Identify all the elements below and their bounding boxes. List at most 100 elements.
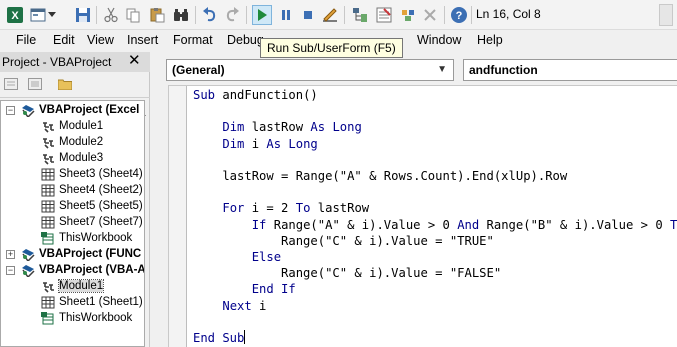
excel-icon[interactable]: X	[5, 5, 25, 25]
toolbar-separator	[344, 6, 345, 24]
copy-icon[interactable]	[123, 5, 143, 25]
find-icon[interactable]	[171, 5, 191, 25]
tree-item[interactable]: ThisWorkbook	[1, 231, 144, 247]
menu-file[interactable]: File	[16, 33, 36, 47]
code-line[interactable]: End If	[193, 281, 677, 297]
code-line[interactable]	[193, 103, 677, 119]
design-mode-icon[interactable]	[320, 5, 340, 25]
toolbox-icon[interactable]	[420, 5, 440, 25]
menu-debug[interactable]: Debug	[227, 33, 264, 47]
code-line[interactable]: lastRow = Range("A" & Rows.Count).End(xl…	[193, 168, 677, 184]
object-dropdown-value: (General)	[172, 63, 225, 77]
code-line[interactable]: End Sub	[193, 330, 677, 346]
sheet-icon	[41, 168, 55, 181]
collapse-icon[interactable]: −	[6, 266, 15, 275]
tree-item[interactable]: Module1	[1, 119, 144, 135]
tree-item[interactable]: Module1	[1, 279, 144, 295]
project-explorer: Project - VBAProject ✕ − VBAProject (Exce…	[0, 52, 150, 347]
toolbar-separator	[444, 6, 445, 24]
code-line[interactable]: Range("C" & i).Value = "FALSE"	[193, 265, 677, 281]
tree-project-node[interactable]: − VBAProject (Excel	[1, 103, 144, 119]
cursor-position: Ln 16, Col 8	[476, 7, 541, 21]
chevron-down-icon[interactable]	[46, 5, 58, 25]
tree-item-label: Sheet7 (Sheet7)	[59, 216, 143, 228]
vbaproject-icon	[22, 249, 35, 261]
undo-icon[interactable]	[200, 5, 220, 25]
code-line[interactable]: Range("C" & i).Value = "TRUE"	[193, 233, 677, 249]
code-line[interactable]: Dim i As Long	[193, 136, 677, 152]
tree-item[interactable]: Sheet4 (Sheet2)	[1, 183, 144, 199]
code-line[interactable]	[193, 314, 677, 330]
module-icon	[43, 154, 54, 165]
tree-item-label: Module2	[59, 136, 104, 148]
module-icon	[43, 282, 54, 293]
tree-project-node[interactable]: − VBAProject (VBA-A	[1, 263, 145, 279]
object-dropdown[interactable]: (General) ▼	[166, 59, 454, 81]
chevron-down-icon: ▼	[437, 64, 447, 75]
code-line[interactable]: If Range("A" & i).Value > 0 And Range("B…	[193, 217, 677, 233]
menu-insert[interactable]: Insert	[127, 33, 158, 47]
properties-window-icon[interactable]	[374, 5, 394, 25]
code-text[interactable]: Sub andFunction() Dim lastRow As Long Di…	[193, 87, 677, 346]
tree-project-node[interactable]: + VBAProject (FUNC	[1, 247, 144, 263]
tree-item-label: Sheet3 (Sheet4)	[59, 168, 143, 180]
redo-icon[interactable]	[222, 5, 242, 25]
menu-edit[interactable]: Edit	[53, 33, 75, 47]
cut-icon[interactable]	[101, 5, 121, 25]
code-line[interactable]: Dim lastRow As Long	[193, 119, 677, 135]
code-editor[interactable]: Sub andFunction() Dim lastRow As Long Di…	[168, 85, 677, 347]
paste-icon[interactable]	[147, 5, 167, 25]
project-explorer-icon[interactable]	[350, 5, 370, 25]
code-line[interactable]	[193, 152, 677, 168]
code-line[interactable]: Sub andFunction()	[193, 87, 677, 103]
collapse-icon[interactable]: −	[6, 106, 15, 115]
project-tree: − VBAProject (Excel Module1 Module2 Module3 S…	[0, 100, 145, 347]
code-line[interactable]: For i = 2 To lastRow	[193, 200, 677, 216]
code-line[interactable]: Next i	[193, 298, 677, 314]
toolbar-separator	[471, 6, 472, 24]
view-object-icon[interactable]	[28, 78, 42, 90]
tree-item-label: Sheet5 (Sheet5)	[59, 200, 143, 212]
workbook-icon	[41, 232, 54, 245]
tree-item[interactable]: Sheet5 (Sheet5)	[1, 199, 144, 215]
tree-item-label: Module1	[59, 120, 104, 132]
expand-icon[interactable]: +	[6, 250, 15, 259]
break-icon[interactable]	[276, 5, 296, 25]
tree-item[interactable]: ThisWorkbook	[1, 311, 144, 327]
run-tooltip: Run Sub/UserForm (F5)	[260, 38, 403, 58]
help-icon[interactable]: ?	[449, 5, 469, 25]
margin-indicator-bar[interactable]	[169, 86, 187, 347]
standard-toolbar: X ? Ln 16, Col 8	[0, 0, 677, 30]
view-code-icon[interactable]	[4, 78, 18, 90]
tree-item[interactable]: Sheet3 (Sheet4)	[1, 167, 144, 183]
code-window: (General) ▼ andfunction Sub andFunction(…	[152, 52, 677, 347]
code-line[interactable]: Else	[193, 249, 677, 265]
tree-item-label: VBAProject (VBA-A	[39, 264, 145, 276]
tree-item[interactable]: Sheet1 (Sheet1)	[1, 295, 144, 311]
text-caret	[244, 330, 246, 345]
toolbar-separator	[96, 6, 97, 24]
menu-help[interactable]: Help	[477, 33, 503, 47]
run-icon[interactable]	[252, 5, 272, 25]
tree-item[interactable]: Sheet7 (Sheet7)	[1, 215, 144, 231]
procedure-dropdown[interactable]: andfunction	[463, 59, 677, 81]
vbaproject-icon	[22, 105, 35, 117]
reset-icon[interactable]	[298, 5, 318, 25]
tree-item-label: ThisWorkbook	[59, 312, 133, 324]
menu-format[interactable]: Format	[173, 33, 213, 47]
tree-item-label: Module1	[57, 279, 105, 293]
project-explorer-toolbar	[0, 72, 150, 116]
object-browser-icon[interactable]	[398, 5, 418, 25]
close-icon[interactable]: ✕	[128, 53, 141, 69]
code-line[interactable]	[193, 184, 677, 200]
menu-window[interactable]: Window	[417, 33, 461, 47]
insert-userform-icon[interactable]	[28, 5, 48, 25]
tree-item[interactable]: Module2	[1, 135, 144, 151]
save-icon[interactable]	[73, 5, 93, 25]
toolbar-separator	[246, 6, 247, 24]
menu-view[interactable]: View	[87, 33, 114, 47]
tree-item[interactable]: Module3	[1, 151, 144, 167]
sheet-icon	[41, 216, 55, 229]
toggle-folders-icon[interactable]	[58, 78, 72, 90]
toolbar-scroll-handle[interactable]	[659, 4, 673, 26]
